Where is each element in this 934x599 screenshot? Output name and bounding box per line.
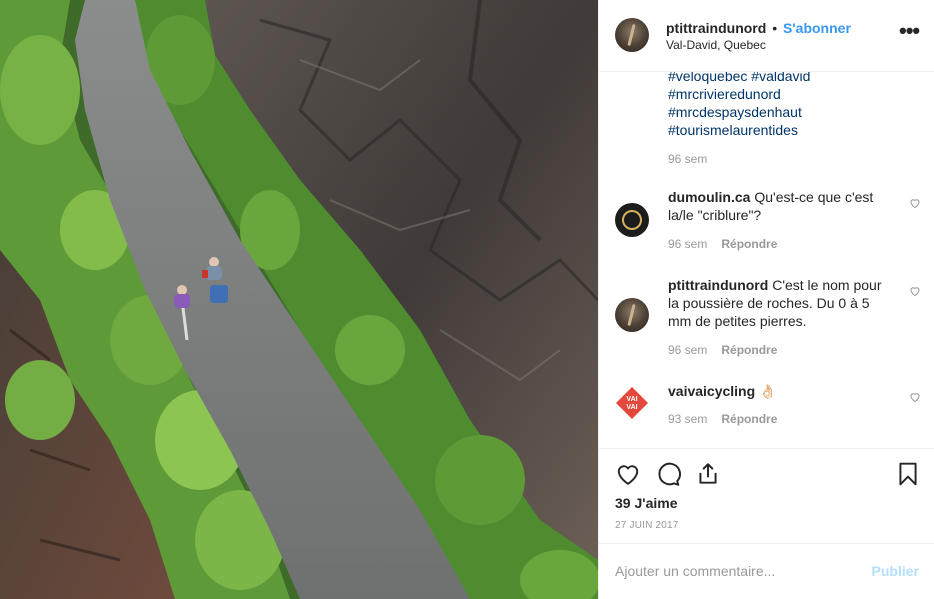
comment-username[interactable]: dumoulin.ca [668, 189, 750, 205]
caption-hashtags: #veloquebec #valdavid #mrcrivieredunord … [668, 72, 810, 139]
add-comment-bar: Publier [599, 543, 934, 599]
post-photo[interactable] [0, 0, 598, 599]
hashtag-line[interactable]: #mrcrivieredunord [668, 85, 810, 103]
like-comment-heart-icon[interactable] [909, 197, 921, 209]
comment-text: 👌🏻 [759, 383, 777, 399]
like-heart-icon[interactable] [615, 461, 641, 487]
comment-meta: 96 sem Répondre [668, 343, 777, 357]
post-actions: 39 J'aime 27 JUIN 2017 [599, 448, 934, 543]
reply-button[interactable]: Répondre [721, 412, 777, 426]
reply-button[interactable]: Répondre [721, 343, 777, 357]
likes-count[interactable]: 39 J'aime [615, 495, 678, 511]
comment-input[interactable] [615, 562, 855, 580]
post-header: ptittraindunord • S'abonner Val-David, Q… [599, 0, 934, 72]
cyclists-path-photo [0, 0, 598, 599]
comment-meta: 96 sem Répondre [668, 237, 777, 251]
separator-dot: • [772, 20, 778, 36]
comment-time[interactable]: 93 sem [668, 412, 707, 426]
follow-button[interactable]: S'abonner [783, 20, 851, 36]
publish-button[interactable]: Publier [872, 563, 919, 579]
like-comment-heart-icon[interactable] [909, 285, 921, 297]
comment-bubble-icon[interactable] [655, 461, 681, 487]
hashtag-line[interactable]: #mrcdespaysdenhaut [668, 103, 810, 121]
comment-time[interactable]: 96 sem [668, 237, 707, 251]
avatar[interactable] [615, 298, 649, 332]
caption-meta: 96 sem [668, 152, 707, 166]
like-comment-heart-icon[interactable] [909, 391, 921, 403]
avatar[interactable] [615, 18, 649, 52]
post-location[interactable]: Val-David, Quebec [666, 38, 766, 52]
share-icon[interactable] [695, 461, 721, 487]
more-options-icon[interactable]: ••• [899, 20, 920, 42]
comment-username[interactable]: vaivaicycling [668, 383, 755, 399]
post-side-panel: ptittraindunord • S'abonner Val-David, Q… [598, 0, 934, 599]
comment-username[interactable]: ptittraindunord [668, 277, 768, 293]
svg-text:VAI: VAI [626, 396, 637, 403]
comments-section[interactable]: #veloquebec #valdavid #mrcrivieredunord … [599, 72, 934, 448]
reply-button[interactable]: Répondre [721, 237, 777, 251]
comment-time[interactable]: 96 sem [668, 343, 707, 357]
avatar[interactable]: VAI VAI [615, 386, 649, 420]
post-date[interactable]: 27 JUIN 2017 [615, 520, 679, 531]
vaivai-logo: VAI VAI [616, 387, 648, 419]
comment-text-block: vaivaicycling 👌🏻 [668, 382, 888, 400]
comment-meta: 93 sem Répondre [668, 412, 777, 426]
hashtag-line[interactable]: #veloquebec #valdavid [668, 72, 810, 85]
svg-text:VAI: VAI [626, 404, 637, 411]
header-user-line: ptittraindunord • S'abonner [666, 20, 851, 36]
bookmark-icon[interactable] [895, 461, 921, 487]
avatar[interactable] [615, 203, 649, 237]
comment-text-block: dumoulin.ca Qu'est-ce que c'est la/le "c… [668, 188, 888, 224]
author-username[interactable]: ptittraindunord [666, 20, 766, 36]
comment-text-block: ptittraindunord C'est le nom pour la pou… [668, 276, 888, 330]
hashtag-line[interactable]: #tourismelaurentides [668, 121, 810, 139]
caption-time[interactable]: 96 sem [668, 152, 707, 166]
